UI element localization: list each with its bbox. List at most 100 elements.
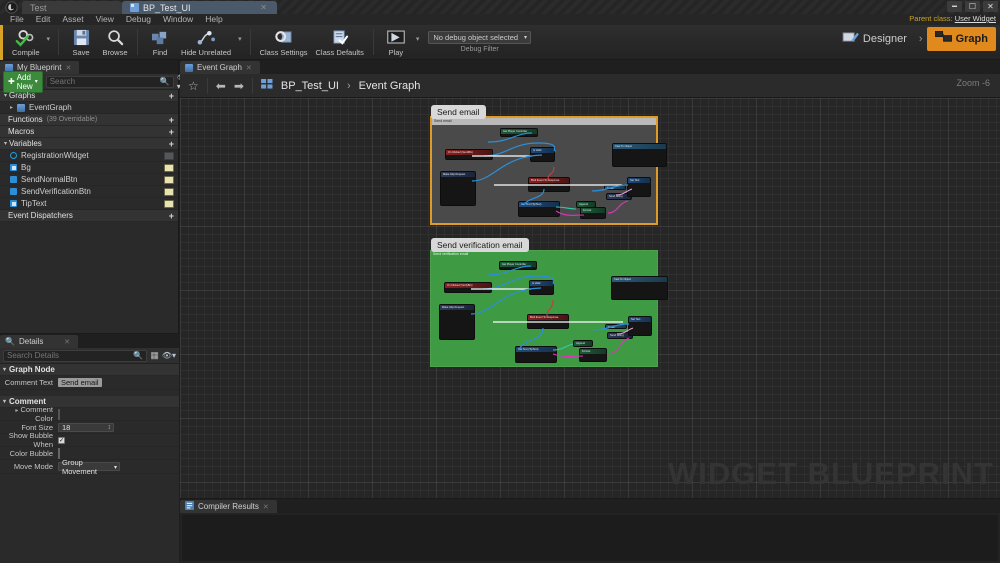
class-settings-button[interactable]: Class Settings [256,25,312,60]
play-dropdown-icon[interactable]: ▾ [413,35,423,43]
visibility-toggle[interactable] [164,175,174,184]
visibility-toggle[interactable] [164,187,174,196]
graph-node[interactable]: On Clicked (VerifyBtn) [444,282,492,293]
graph-node[interactable]: Format [580,207,606,219]
comment-bubble-send-email[interactable]: Send email [431,105,486,119]
comment-color-swatch[interactable] [58,408,60,420]
menu-item-edit[interactable]: Edit [30,14,57,25]
graph-node[interactable]: Set Text [627,177,651,197]
close-icon[interactable]: ✕ [260,3,267,12]
graph-node[interactable]: Get Player Controller [499,261,537,270]
graph-node[interactable]: Get Player Controller [500,128,538,137]
details-visibility-icon[interactable]: 👁▾ [162,351,176,360]
graph-node[interactable]: Cast To Object [612,143,667,167]
menu-item-view[interactable]: View [90,14,120,25]
spinner-icon[interactable]: ↕ [108,424,112,431]
color-bubble-checkbox[interactable] [58,447,60,459]
graph-node[interactable]: Bind Event To Response [527,314,569,329]
comment-title[interactable]: Send verification email [431,251,657,258]
add-event-dispatcher-button[interactable]: + [169,211,174,221]
save-button[interactable]: Save [64,25,98,60]
search-details-input[interactable] [7,351,134,360]
compile-button[interactable]: Compile [8,25,44,60]
section-event-dispatchers[interactable]: Event Dispatchers + [0,210,178,222]
compiler-results-output[interactable] [182,515,998,561]
parent-class-value[interactable]: User Widget [955,14,996,23]
navigate-back-icon[interactable]: ⬅ [216,79,226,93]
menu-item-asset[interactable]: Asset [56,14,89,25]
breadcrumb-leaf[interactable]: Event Graph [359,80,421,92]
graph-mode-button[interactable]: Graph [926,26,996,51]
graph-item-eventgraph[interactable]: ▸ EventGraph [0,102,178,114]
comment-text-input[interactable]: Send email [58,378,102,387]
tab-details[interactable]: 🔍 Details ✕ [0,335,78,348]
my-blueprint-search[interactable]: 🔍 [45,75,174,88]
graph-node[interactable]: Make Http Request [440,171,476,206]
section-graphs[interactable]: ▾ Graphs + [0,90,178,102]
section-macros[interactable]: Macros + [0,126,178,138]
variable-item-tiptext[interactable]: TipText [0,198,178,210]
class-defaults-button[interactable]: Class Defaults [312,25,368,60]
favorite-star-icon[interactable]: ☆ [188,79,199,93]
variable-item-sendverificationbtn[interactable]: SendVerificationBtn [0,186,178,198]
graph-node[interactable]: Make Http Request [439,304,475,340]
close-icon[interactable]: ✕ [64,338,70,346]
graph-canvas[interactable]: WIDGET BLUEPRINT Send email Send email G… [180,98,1000,500]
comment-bubble-send-verification-email[interactable]: Send verification email [431,238,529,252]
add-macro-button[interactable]: + [169,127,174,137]
graph-node[interactable]: Is Valid [529,280,554,295]
breadcrumb-root[interactable]: BP_Test_UI [281,80,339,92]
graph-node[interactable]: Email [605,324,627,329]
comment-box-send-email[interactable]: Send email Get Player Controller On Clic… [430,116,667,225]
comment-box-send-verification-email[interactable]: Send verification email Get Player Contr… [430,250,668,367]
find-button[interactable]: Find [143,25,177,60]
close-button[interactable]: ✕ [983,1,998,12]
search-input[interactable] [49,77,160,86]
close-icon[interactable]: ✕ [246,64,252,72]
add-variable-button[interactable]: + [169,139,174,149]
maximize-button[interactable]: ☐ [965,1,980,12]
visibility-toggle[interactable] [164,199,174,208]
move-mode-select[interactable]: Group Movement ▾ [58,458,120,476]
graph-node[interactable]: Get Text (TipText) [515,346,557,363]
menu-item-debug[interactable]: Debug [120,14,157,25]
visibility-toggle[interactable] [164,163,174,172]
graph-node[interactable]: Is Valid [530,147,555,162]
visibility-toggle[interactable] [164,151,174,160]
menu-item-window[interactable]: Window [157,14,199,25]
tab-compiler-results[interactable]: Compiler Results ✕ [180,500,277,513]
column-view-icon[interactable]: ▦ [150,350,159,361]
menu-item-file[interactable]: File [4,14,30,25]
menu-item-help[interactable]: Help [199,14,228,25]
add-new-button[interactable]: ✚ Add New ▾ [3,70,43,93]
section-variables[interactable]: ▾ Variables + [0,138,178,150]
graph-node[interactable]: Cast To Object [611,276,668,300]
details-search[interactable]: 🔍 [3,349,148,362]
graph-node[interactable]: Get Text (TipText) [518,201,560,217]
minimize-button[interactable]: ━ [947,1,962,12]
hide-unrelated-dropdown-icon[interactable]: ▾ [235,35,245,43]
variable-item-sendnormalbtn[interactable]: SendNormalBtn [0,174,178,186]
details-category-graph-node[interactable]: ▾ Graph Node [0,364,179,376]
designer-mode-button[interactable]: Designer [834,26,915,51]
graph-node[interactable]: Format [579,348,607,362]
graph-node[interactable]: Set Text [628,316,652,336]
close-icon[interactable]: ✕ [65,64,71,72]
navigate-forward-icon[interactable]: ➡ [234,79,244,93]
graph-node[interactable]: Bind Event To Response [528,177,570,192]
variable-item-bg[interactable]: Bg [0,162,178,174]
graph-node[interactable]: Append [573,340,593,347]
graph-node[interactable]: On Clicked (SendBtn) [445,149,493,160]
browse-button[interactable]: Browse [98,25,132,60]
compile-dropdown-icon[interactable]: ▾ [44,35,54,43]
add-function-button[interactable]: + [169,115,174,125]
play-button[interactable]: Play [379,25,413,60]
graph-node[interactable]: Email [604,185,626,190]
tab-event-graph[interactable]: Event Graph ✕ [180,61,260,74]
debug-object-select[interactable]: No debug object selected ▾ [428,31,532,44]
close-icon[interactable]: ✕ [263,503,269,511]
font-size-input[interactable]: 18 ↕ [58,422,114,432]
add-graph-button[interactable]: + [169,91,174,101]
show-bubble-checkbox[interactable]: ✓ [58,436,65,444]
comment-title[interactable]: Send email [432,118,656,125]
